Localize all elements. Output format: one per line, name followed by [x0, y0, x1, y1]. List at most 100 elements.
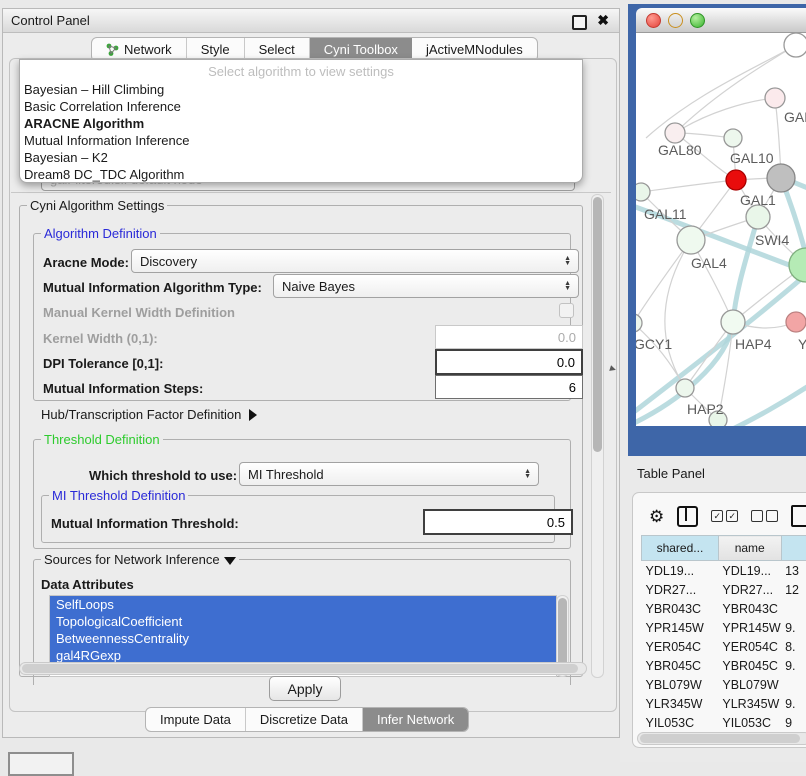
table-cell[interactable]: YBL079W	[642, 675, 719, 694]
table-row[interactable]: YER054CYER054C8.	[642, 637, 806, 656]
mi-threshold-label: Mutual Information Threshold:	[51, 516, 239, 531]
table-cell[interactable]: YBR045C	[642, 656, 719, 675]
network-node[interactable]	[636, 183, 650, 201]
table-cell[interactable]: 9	[781, 713, 806, 732]
table-cell[interactable]: YPR145W	[718, 618, 781, 637]
table-cell[interactable]: 8.	[781, 637, 806, 656]
table-row[interactable]: YLR345WYLR345W9.	[642, 694, 806, 713]
table-cell[interactable]: 13	[781, 561, 806, 581]
minimized-window-fragment[interactable]	[8, 752, 74, 776]
network-node[interactable]	[767, 164, 795, 192]
settings-vertical-scrollbar-thumb[interactable]	[593, 197, 602, 452]
minimize-traffic-light[interactable]	[668, 13, 683, 28]
table-cell[interactable]: YBR043C	[718, 599, 781, 618]
network-canvas[interactable]: GALGAL80GAL10GAL1GAL11GAL4SWI4GCY1HAP4YH…	[636, 33, 806, 426]
algorithm-option-dream8-dc-tdc-algorithm[interactable]: Dream8 DC_TDC Algorithm	[20, 166, 582, 183]
table-cell[interactable]: YBL079W	[718, 675, 781, 694]
network-node[interactable]	[724, 129, 742, 147]
node-table-body[interactable]: YDL19...YDL19...13YDR27...YDR27...12YBR0…	[642, 561, 806, 733]
table-row[interactable]: YBL079WYBL079W	[642, 675, 806, 694]
table-panel: Table Panel ⚙ ✓✓ shared...name YDL19...Y…	[620, 456, 806, 762]
zoom-traffic-light[interactable]	[690, 13, 705, 28]
table-cell[interactable]: 12	[781, 580, 806, 599]
settings-vertical-scrollbar[interactable]	[591, 194, 604, 678]
table-cell[interactable]: YDR27...	[718, 580, 781, 599]
node-table-header-row[interactable]: shared...name	[642, 536, 806, 561]
table-cell[interactable]: 9.	[781, 694, 806, 713]
table-cell[interactable]	[781, 675, 806, 694]
column-header-shared[interactable]: shared...	[642, 536, 719, 561]
close-icon[interactable]: ✖	[597, 12, 609, 29]
dpi-tolerance-input[interactable]	[435, 349, 583, 375]
table-cell[interactable]: YBR043C	[642, 599, 719, 618]
table-cell[interactable]: YLR345W	[718, 694, 781, 713]
attributes-scrollbar-thumb[interactable]	[558, 598, 567, 668]
attribute-item-betweennesscentrality[interactable]: BetweennessCentrality	[50, 630, 556, 647]
attribute-item-topologicalcoefficient[interactable]: TopologicalCoefficient	[50, 613, 556, 630]
tab-discretize-data[interactable]: Discretize Data	[246, 708, 363, 731]
mi-type-combo[interactable]: Naive Bayes ▲▼	[273, 274, 579, 298]
table-row[interactable]: YDR27...YDR27...12	[642, 580, 806, 599]
tab-label: Discretize Data	[260, 712, 348, 727]
table-cell[interactable]: YDL19...	[642, 561, 719, 581]
apply-button[interactable]: Apply	[269, 676, 341, 701]
column-header-name[interactable]: name	[718, 536, 781, 561]
table-horizontal-scrollbar-thumb[interactable]	[640, 734, 800, 743]
table-cell[interactable]: YDL19...	[718, 561, 781, 581]
network-node[interactable]	[676, 379, 694, 397]
attribute-item-selfloops[interactable]: SelfLoops	[50, 596, 556, 613]
close-traffic-light[interactable]	[646, 13, 661, 28]
table-cell[interactable]: YBR045C	[718, 656, 781, 675]
checked-pair-icon[interactable]: ✓✓	[711, 510, 738, 522]
table-cell[interactable]: YDR27...	[642, 580, 719, 599]
manual-kernel-checkbox[interactable]	[559, 303, 574, 318]
network-node[interactable]	[721, 310, 745, 334]
settings-horizontal-scrollbar-thumb[interactable]	[22, 664, 578, 673]
mi-threshold-input[interactable]	[423, 509, 573, 535]
network-node[interactable]	[786, 312, 806, 332]
tab-infer-network[interactable]: Infer Network	[363, 708, 468, 731]
table-cell[interactable]: YPR145W	[642, 618, 719, 637]
table-row[interactable]: YBR045CYBR045C9.	[642, 656, 806, 675]
network-node[interactable]	[636, 314, 642, 332]
algorithm-option-aracne-algorithm[interactable]: ARACNE Algorithm	[20, 115, 582, 132]
table-cell[interactable]: 9.	[781, 618, 806, 637]
table-row[interactable]: YIL053CYIL053C9	[642, 713, 806, 732]
which-threshold-combo[interactable]: MI Threshold ▲▼	[239, 462, 539, 486]
float-icon[interactable]	[572, 15, 587, 30]
network-node[interactable]	[765, 88, 785, 108]
network-node[interactable]	[726, 170, 746, 190]
network-node[interactable]	[677, 226, 705, 254]
table-horizontal-scrollbar[interactable]	[637, 732, 806, 745]
table-cell[interactable]: YIL053C	[718, 713, 781, 732]
document-icon[interactable]	[791, 505, 806, 527]
table-cell[interactable]: YLR345W	[642, 694, 719, 713]
table-cell[interactable]: YER054C	[642, 637, 719, 656]
hub-definition-toggle[interactable]: Hub/Transcription Factor Definition	[41, 407, 257, 422]
settings-horizontal-scrollbar[interactable]	[19, 662, 587, 675]
table-row[interactable]: YBR043CYBR043C	[642, 599, 806, 618]
network-node[interactable]	[784, 33, 806, 57]
tab-impute-data[interactable]: Impute Data	[146, 708, 246, 731]
network-node[interactable]	[746, 205, 770, 229]
gear-icon[interactable]: ⚙	[649, 508, 664, 525]
network-node[interactable]	[665, 123, 685, 143]
unchecked-pair-icon[interactable]	[751, 510, 778, 522]
table-cell[interactable]	[781, 599, 806, 618]
table-cell[interactable]: 9.	[781, 656, 806, 675]
network-window-titlebar[interactable]	[636, 8, 806, 33]
aracne-mode-combo[interactable]: Discovery ▲▼	[131, 249, 579, 273]
algorithm-option-mutual-information-inference[interactable]: Mutual Information Inference	[20, 132, 582, 149]
algorithm-option-bayesian-hill-climbing[interactable]: Bayesian – Hill Climbing	[20, 81, 582, 98]
algorithm-option-basic-correlation-inference[interactable]: Basic Correlation Inference	[20, 98, 582, 115]
table-row[interactable]: YPR145WYPR145W9.	[642, 618, 806, 637]
table-cell[interactable]: YIL053C	[642, 713, 719, 732]
node-table[interactable]: shared...name YDL19...YDL19...13YDR27...…	[641, 535, 806, 732]
kernel-width-input[interactable]	[435, 325, 583, 349]
columns-icon[interactable]	[677, 506, 698, 527]
mi-steps-input[interactable]	[435, 375, 583, 399]
algorithm-option-bayesian-k2[interactable]: Bayesian – K2	[20, 149, 582, 166]
table-row[interactable]: YDL19...YDL19...13	[642, 561, 806, 581]
column-header-2[interactable]	[781, 536, 806, 561]
table-cell[interactable]: YER054C	[718, 637, 781, 656]
